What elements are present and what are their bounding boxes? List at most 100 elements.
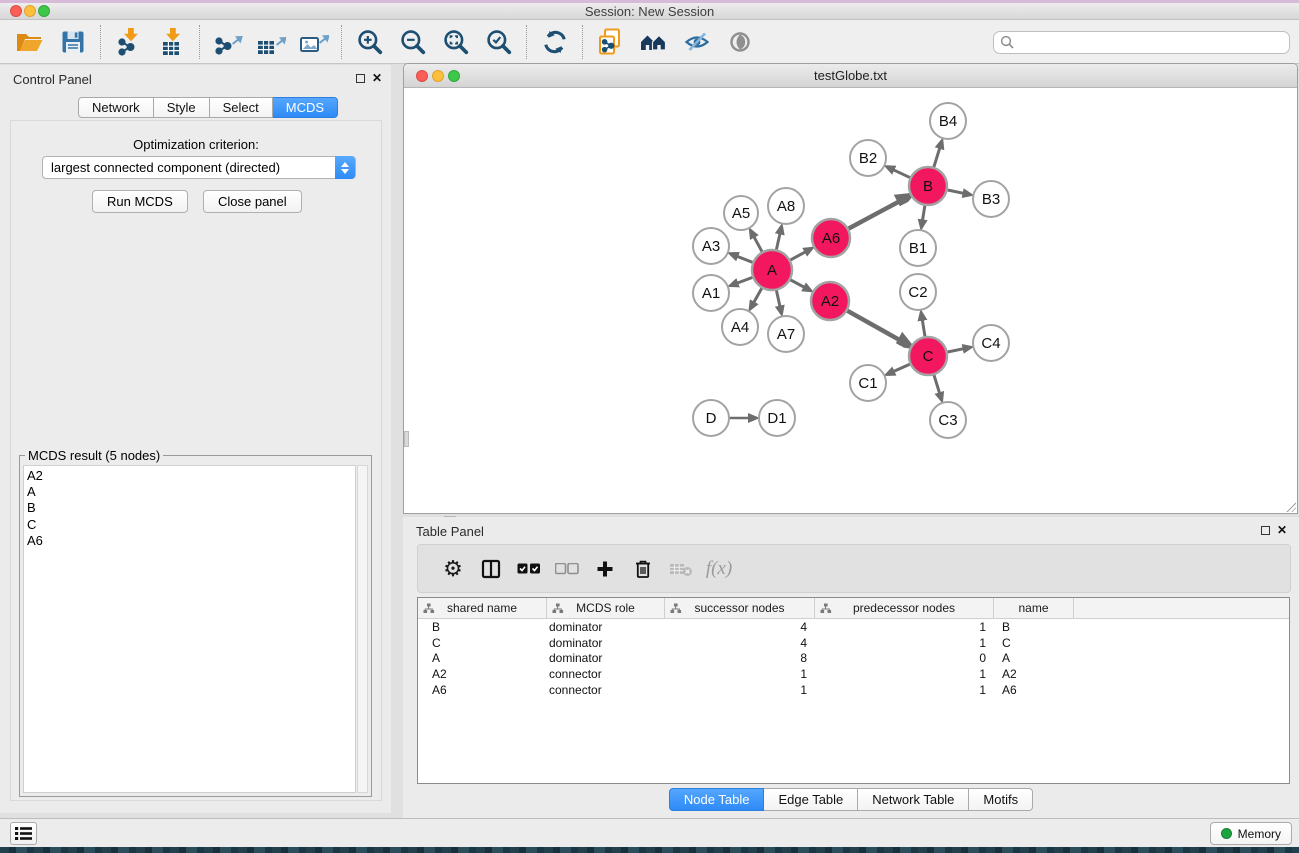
cell-predecessor-nodes[interactable]: 1 [815,636,994,650]
import-table-icon[interactable] [150,23,193,61]
node-A6[interactable]: A6 [812,219,850,257]
mcds-result-item[interactable]: A6 [27,533,355,549]
result-scrollbar[interactable] [357,465,368,793]
mcds-result-item[interactable]: C [27,517,355,533]
table-row[interactable]: A6connector11A6 [418,682,1289,698]
table-row[interactable]: A2connector11A2 [418,666,1289,682]
cell-predecessor-nodes[interactable]: 1 [815,667,994,681]
cell-successor-nodes[interactable]: 4 [665,620,815,634]
cell-MCDS-role[interactable]: dominator [547,620,665,634]
cell-successor-nodes[interactable]: 4 [665,636,815,650]
tab-style[interactable]: Style [154,97,210,118]
cell-shared-name[interactable]: A2 [418,667,547,681]
cell-predecessor-nodes[interactable]: 0 [815,651,994,665]
node-A2[interactable]: A2 [811,282,849,320]
cell-MCDS-role[interactable]: connector [547,667,665,681]
cell-successor-nodes[interactable]: 8 [665,651,815,665]
tab-select[interactable]: Select [210,97,273,118]
zoom-in-icon[interactable] [348,23,391,61]
first-neighbors-icon[interactable] [632,23,675,61]
zoom-fit-icon[interactable] [434,23,477,61]
deselect-all-columns-icon[interactable] [548,554,586,584]
edge-B-B4[interactable] [933,148,940,170]
node-D1[interactable]: D1 [759,400,795,436]
cell-MCDS-role[interactable]: connector [547,683,665,697]
node-A8[interactable]: A8 [768,188,804,224]
node-D[interactable]: D [693,400,729,436]
edge-A2-C[interactable] [845,309,899,340]
node-B4[interactable]: B4 [930,103,966,139]
mcds-result-item[interactable]: A [27,484,355,500]
cell-successor-nodes[interactable]: 1 [665,683,815,697]
tab-network-table[interactable]: Network Table [858,788,969,811]
node-A7[interactable]: A7 [768,316,804,352]
close-table-panel-icon[interactable]: ✕ [1277,523,1287,537]
close-panel-icon[interactable]: ✕ [372,71,382,85]
import-network-icon[interactable] [107,23,150,61]
add-column-icon[interactable] [586,554,624,584]
tab-motifs[interactable]: Motifs [969,788,1033,811]
node-C3[interactable]: C3 [930,402,966,438]
open-file-icon[interactable] [8,23,51,61]
node-A[interactable]: A [752,250,792,290]
node-C1[interactable]: C1 [850,365,886,401]
cell-name[interactable]: A [994,651,1074,665]
canvas-vertical-scroll-thumb[interactable] [404,431,409,447]
table-row[interactable]: Adominator80A [418,651,1289,667]
node-B3[interactable]: B3 [973,181,1009,217]
run-mcds-button[interactable]: Run MCDS [92,190,188,213]
select-all-columns-icon[interactable] [510,554,548,584]
node-A5[interactable]: A5 [724,196,758,230]
cell-name[interactable]: B [994,620,1074,634]
float-panel-icon[interactable] [356,74,365,83]
tab-edge-table[interactable]: Edge Table [764,788,858,811]
zoom-out-icon[interactable] [391,23,434,61]
tab-mcds[interactable]: MCDS [273,97,338,118]
cell-MCDS-role[interactable]: dominator [547,651,665,665]
cell-successor-nodes[interactable]: 1 [665,667,815,681]
cell-MCDS-role[interactable]: dominator [547,636,665,650]
network-window-titlebar[interactable]: testGlobe.txt [404,64,1297,88]
edge-C-C3[interactable] [933,372,940,393]
edge-A6-B[interactable] [846,202,899,230]
node-B1[interactable]: B1 [900,230,936,266]
node-C2[interactable]: C2 [900,274,936,310]
cell-predecessor-nodes[interactable]: 1 [815,620,994,634]
table-row[interactable]: Bdominator41B [418,619,1289,635]
node-A1[interactable]: A1 [693,275,729,311]
column-header-shared-name[interactable]: shared name [418,598,547,618]
export-table-icon[interactable] [249,23,292,61]
zoom-selected-icon[interactable] [477,23,520,61]
cell-name[interactable]: C [994,636,1074,650]
cell-shared-name[interactable]: A6 [418,683,547,697]
show-all-icon[interactable] [718,23,761,61]
network-graph[interactable]: B4B2BB3A5A8A6A3B1AA1C2A2A4A7CC4C1C3DD1 [404,88,1297,513]
float-table-panel-icon[interactable] [1261,526,1270,535]
cell-predecessor-nodes[interactable]: 1 [815,683,994,697]
refresh-layout-icon[interactable] [533,23,576,61]
column-header-name[interactable]: name [994,598,1074,618]
cell-name[interactable]: A6 [994,683,1074,697]
new-network-from-selection-icon[interactable] [589,23,632,61]
column-header-MCDS-role[interactable]: MCDS role [547,598,665,618]
mcds-result-list[interactable]: A2ABCA6 [23,465,356,793]
column-header-successor-nodes[interactable]: successor nodes [665,598,815,618]
node-B[interactable]: B [909,167,947,205]
column-header-predecessor-nodes[interactable]: predecessor nodes [815,598,994,618]
tab-node-table[interactable]: Node Table [669,788,765,811]
node-B2[interactable]: B2 [850,140,886,176]
node-A3[interactable]: A3 [693,228,729,264]
cell-shared-name[interactable]: A [418,651,547,665]
export-image-icon[interactable] [292,23,335,61]
table-row[interactable]: Cdominator41C [418,635,1289,651]
close-panel-button[interactable]: Close panel [203,190,302,213]
task-history-button[interactable] [10,822,37,845]
memory-button[interactable]: Memory [1210,822,1292,845]
columns-icon[interactable] [472,554,510,584]
cell-shared-name[interactable]: B [418,620,547,634]
delete-column-icon[interactable] [624,554,662,584]
cell-name[interactable]: A2 [994,667,1074,681]
mcds-result-item[interactable]: B [27,500,355,516]
criterion-dropdown[interactable]: largest connected component (directed) [42,156,356,179]
tab-network[interactable]: Network [78,97,154,118]
